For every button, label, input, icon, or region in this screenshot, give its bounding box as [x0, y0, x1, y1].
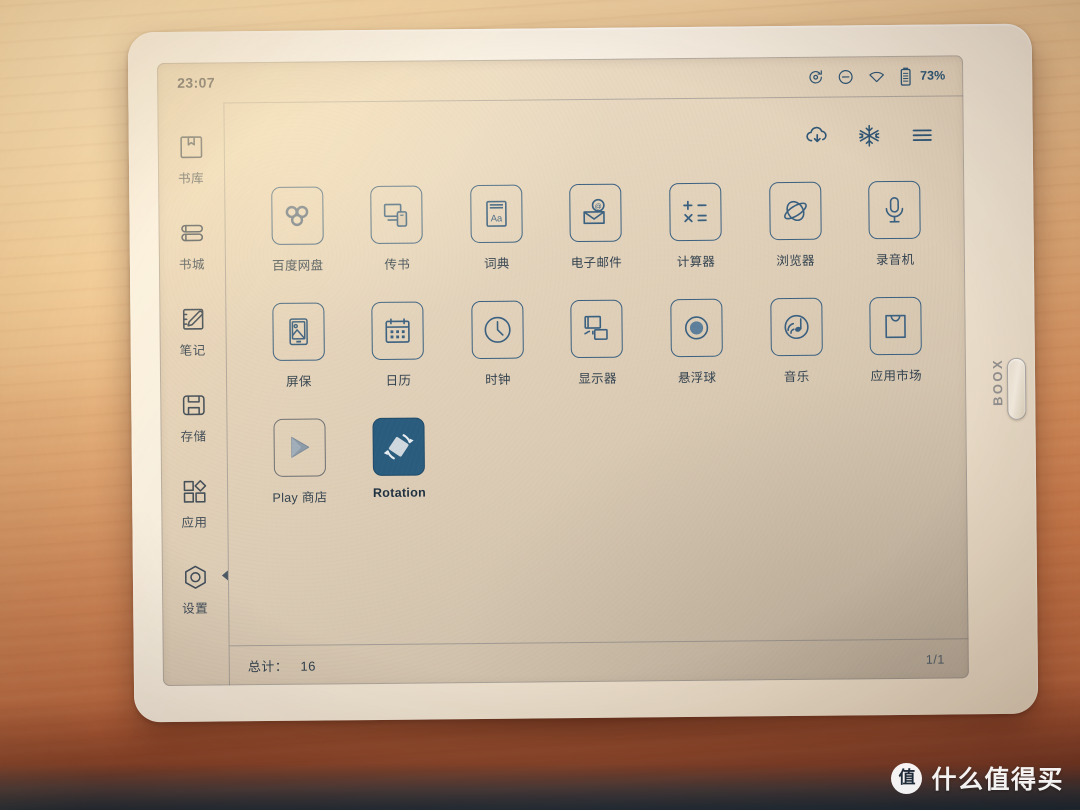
settings-icon: [181, 563, 208, 590]
cloud-download-icon[interactable]: [805, 123, 830, 148]
sidebar-item-label: 存储: [180, 429, 207, 444]
sidebar-item-label: 书城: [178, 257, 206, 272]
app-item-screensaver[interactable]: 屏保: [248, 302, 349, 419]
calendar-icon: [371, 301, 425, 361]
sidebar-item-label: 应用: [181, 515, 208, 530]
app-item-rotation[interactable]: Rotation: [349, 417, 450, 534]
app-label: 日历: [385, 373, 412, 388]
app-label: 传书: [384, 257, 411, 272]
app-label: 时钟: [485, 372, 511, 387]
sidebar-item-notes[interactable]: 笔记: [159, 288, 226, 375]
app-label: 悬浮球: [677, 370, 717, 386]
app-item-calendar[interactable]: 日历: [348, 301, 449, 418]
library-icon: [177, 133, 204, 160]
watermark-text: 什么值得买: [931, 765, 1064, 794]
sidebar-item-label: 笔记: [179, 343, 206, 358]
watermark-badge: 值: [891, 762, 923, 794]
app-item-floating-ball[interactable]: 悬浮球: [647, 298, 748, 415]
app-label: 音乐: [783, 369, 810, 385]
calculator-icon: [669, 182, 722, 242]
sidebar-item-storage[interactable]: 存储: [160, 374, 227, 461]
page-indicator: 1/1: [925, 652, 945, 667]
app-item-music[interactable]: 音乐: [746, 297, 847, 414]
recorder-icon: [868, 180, 921, 240]
rotation-icon: [372, 417, 426, 477]
power-button[interactable]: [1006, 357, 1027, 420]
sidebar-item-settings[interactable]: 设置: [162, 546, 229, 633]
app-grid: 百度网盘 传书 Aa 词典 @ 电子邮件 计算器 浏览器 录音机 屏保 日历 时…: [225, 172, 968, 645]
app-label: 录音机: [875, 252, 915, 268]
app-item-recorder[interactable]: 录音机: [845, 180, 946, 298]
storage-icon: [180, 391, 207, 418]
dictionary-icon: Aa: [470, 184, 523, 244]
play-store-icon: [273, 418, 326, 477]
browser-icon: [768, 181, 822, 241]
watermark: 值 什么值得买: [891, 760, 1064, 796]
sidebar-nav: 书库 书城 笔记 存储 应用 设置: [157, 102, 229, 686]
app-item-dictionary[interactable]: Aa 词典: [446, 184, 547, 301]
app-label: 电子邮件: [570, 255, 623, 271]
grid-footer: 总计： 16 1/1: [229, 638, 969, 686]
total-value: 16: [300, 658, 316, 674]
sidebar-item-label: 书库: [178, 171, 205, 186]
brand-logo: BOOX: [989, 357, 1006, 406]
battery-percent-label: 73%: [920, 68, 946, 83]
total-count: 总计： 16: [248, 656, 316, 676]
content-pane: 百度网盘 传书 Aa 词典 @ 电子邮件 计算器 浏览器 录音机 屏保 日历 时…: [223, 95, 969, 686]
status-clock: 23:07: [177, 74, 216, 91]
app-label: 显示器: [578, 371, 617, 387]
app-item-browser[interactable]: 浏览器: [745, 181, 846, 298]
monitor-icon: [570, 299, 624, 359]
app-store-icon: [869, 296, 923, 356]
baidu-netdisk-icon: [270, 186, 324, 245]
bookstore-icon: [178, 219, 205, 246]
app-item-clock[interactable]: 时钟: [447, 300, 548, 417]
app-item-email[interactable]: @ 电子邮件: [546, 183, 647, 300]
eink-screen: 23:07 73% 书库 书城 笔记 存储 应用 设置 百度网盘 传书 Aa 词…: [157, 55, 969, 687]
email-icon: @: [569, 183, 623, 243]
floating-ball-icon: [670, 298, 723, 358]
wifi-icon[interactable]: [867, 68, 886, 85]
app-item-app-store[interactable]: 应用市场: [846, 296, 947, 414]
screensaver-icon: [272, 302, 325, 361]
push-books-icon: [370, 185, 424, 245]
photo-scene: BOOX 23:07 73% 书库 书城 笔记 存储 应用 设置 百度网盘 传书…: [0, 0, 1080, 810]
sidebar-item-library[interactable]: 书库: [158, 116, 225, 203]
app-label: 浏览器: [776, 253, 815, 269]
eink-tablet-device: BOOX 23:07 73% 书库 书城 笔记 存储 应用 设置 百度网盘 传书…: [127, 23, 1039, 723]
total-label: 总计：: [247, 658, 289, 675]
app-label: 词典: [483, 256, 510, 271]
svg-text:Aa: Aa: [491, 212, 503, 223]
app-label: 计算器: [676, 254, 716, 270]
app-label: 应用市场: [870, 368, 922, 384]
sidebar-item-apps[interactable]: 应用: [161, 460, 228, 547]
app-item-push-books[interactable]: 传书: [347, 185, 448, 302]
app-label: 屏保: [285, 374, 312, 389]
app-item-calculator[interactable]: 计算器: [645, 182, 746, 299]
snowflake-icon[interactable]: [857, 123, 882, 148]
sidebar-item-bookstore[interactable]: 书城: [158, 202, 225, 289]
app-item-monitor[interactable]: 显示器: [547, 299, 648, 416]
refresh-icon[interactable]: [807, 68, 824, 85]
app-label: 百度网盘: [272, 258, 324, 273]
music-icon: [769, 297, 823, 357]
app-item-play-store[interactable]: Play 商店: [249, 418, 350, 535]
app-item-baidu-netdisk[interactable]: 百度网盘: [247, 186, 348, 303]
do-not-disturb-icon[interactable]: [837, 68, 854, 85]
apps-icon: [180, 477, 207, 504]
svg-text:@: @: [595, 203, 602, 210]
menu-icon[interactable]: [909, 123, 936, 146]
status-icon-group: 73%: [807, 66, 945, 86]
sidebar-item-label: 设置: [182, 601, 209, 616]
notes-icon: [179, 305, 206, 332]
app-label: Play 商店: [272, 490, 328, 505]
app-label: Rotation: [372, 485, 427, 501]
battery-icon: [899, 66, 912, 86]
clock-icon: [471, 300, 524, 360]
content-toolbar: [224, 96, 964, 179]
